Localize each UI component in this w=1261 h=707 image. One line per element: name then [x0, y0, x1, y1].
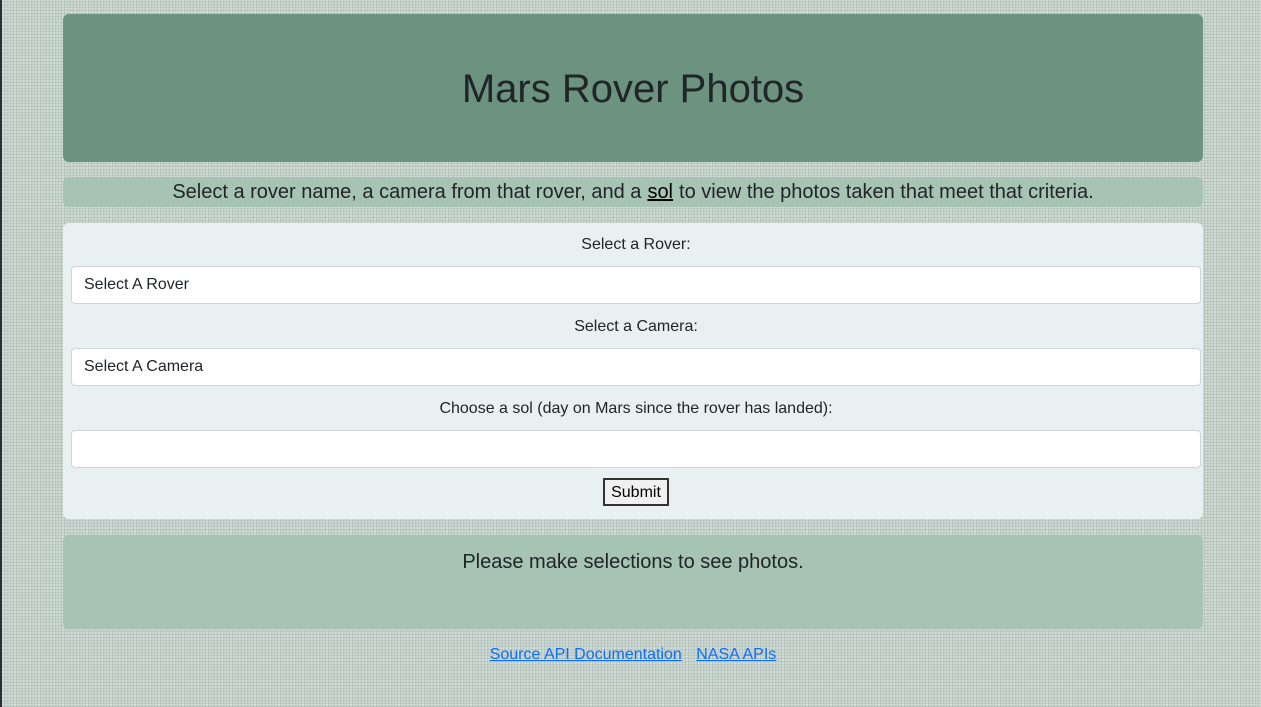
sol-label: Choose a sol (day on Mars since the rove…: [439, 400, 833, 417]
intro-banner: Select a rover name, a camera from that …: [63, 177, 1203, 207]
rover-select-value: Select A Rover: [84, 276, 189, 293]
sol-input[interactable]: [71, 430, 1201, 468]
camera-select[interactable]: Select A Camera: [71, 348, 1201, 386]
submit-button[interactable]: Submit: [603, 478, 669, 506]
results-message: Please make selections to see photos.: [462, 551, 804, 573]
nasa-apis-link[interactable]: NASA APIs: [696, 646, 776, 663]
results-panel: Please make selections to see photos.: [63, 535, 1203, 629]
camera-select-value: Select A Camera: [84, 358, 204, 375]
selection-form: Select a Rover: Select A Rover Select a …: [63, 223, 1203, 519]
rover-select[interactable]: Select A Rover: [71, 266, 1201, 304]
footer-links: Source API Documentation NASA APIs: [63, 646, 1203, 664]
window-edge: [0, 0, 2, 707]
camera-label: Select a Camera:: [574, 318, 698, 335]
rover-label: Select a Rover:: [581, 236, 691, 253]
sol-link[interactable]: sol: [647, 181, 673, 204]
page-title: Mars Rover Photos: [461, 66, 805, 111]
header-banner: Mars Rover Photos: [63, 14, 1203, 162]
intro-text-before: Select a rover name, a camera from that …: [172, 180, 642, 203]
source-api-documentation-link[interactable]: Source API Documentation: [490, 646, 682, 663]
page-container: Mars Rover Photos Select a rover name, a…: [63, 14, 1203, 664]
intro-text-after: to view the photos taken that meet that …: [679, 180, 1094, 203]
